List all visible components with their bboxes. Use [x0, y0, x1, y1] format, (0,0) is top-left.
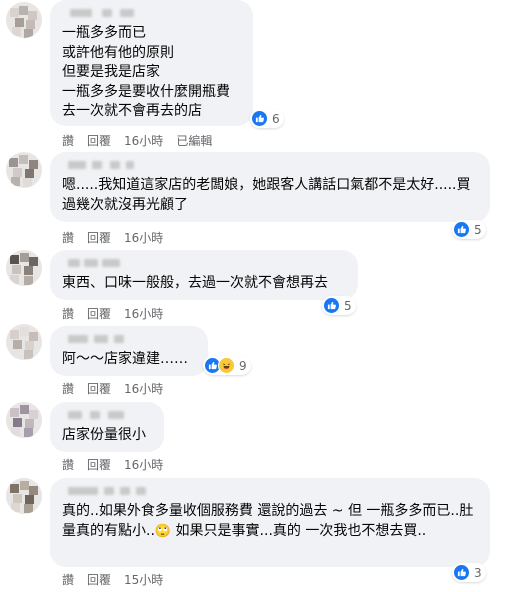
comment-text: 真的..如果外食多量收個服務費 還說的過去 ~ 但 一瓶多多而已..肚量真的有點…	[62, 502, 478, 541]
like-button[interactable]: 讚	[62, 382, 74, 396]
comment-text: 東西、口味一般般，去過一次就不會想再去	[62, 275, 328, 291]
avatar[interactable]	[6, 152, 42, 188]
avatar[interactable]	[6, 250, 42, 286]
timestamp[interactable]: 16小時	[124, 134, 163, 148]
reaction-summary[interactable]: 9	[203, 356, 251, 375]
like-button[interactable]: 讚	[62, 231, 74, 245]
avatar[interactable]	[6, 478, 42, 514]
like-reaction-icon	[453, 564, 470, 581]
comment-bubble: 阿～～店家違建……	[50, 326, 208, 376]
comment-actions: 讚 回覆 16小時	[62, 231, 163, 245]
reaction-summary[interactable]: 5	[322, 296, 356, 315]
like-button[interactable]: 讚	[62, 458, 74, 472]
reaction-count: 5	[344, 298, 352, 313]
comment-actions: 讚 回覆 16小時 已編輯	[62, 134, 212, 148]
timestamp[interactable]: 16小時	[124, 458, 163, 472]
avatar[interactable]	[6, 2, 42, 38]
author-name[interactable]	[62, 332, 196, 346]
timestamp[interactable]: 16小時	[124, 382, 163, 396]
reaction-summary[interactable]: 3	[452, 563, 486, 582]
avatar[interactable]	[6, 324, 42, 360]
comment-actions: 讚 回覆 15小時	[62, 573, 163, 587]
reply-button[interactable]: 回覆	[87, 382, 111, 396]
author-name[interactable]	[62, 408, 152, 422]
reaction-count: 6	[272, 111, 280, 126]
reply-button[interactable]: 回覆	[87, 134, 111, 148]
comment-text: 嗯.....我知道這家店的老闆娘，她跟客人講話口氣都不是太好.....買過幾次就…	[62, 177, 471, 213]
avatar[interactable]	[6, 402, 42, 438]
reply-button[interactable]: 回覆	[87, 231, 111, 245]
comment-actions: 讚 回覆 16小時	[62, 382, 163, 396]
comment-bubble: 店家份量很小	[50, 402, 164, 452]
author-name[interactable]	[62, 158, 478, 172]
comment-text: 阿～～店家違建……	[62, 351, 188, 367]
like-reaction-icon	[323, 297, 340, 314]
comment-actions: 讚 回覆 16小時	[62, 458, 163, 472]
like-reaction-icon	[251, 110, 268, 127]
reply-button[interactable]: 回覆	[87, 458, 111, 472]
author-name[interactable]	[62, 484, 478, 498]
comment-text: 店家份量很小	[62, 427, 146, 443]
comment-bubble: 一瓶多多而已 或許他有他的原則 但要是我是店家 一瓶多多是要收什麼開瓶費 去一次…	[50, 0, 253, 126]
author-name[interactable]	[62, 6, 241, 20]
reply-button[interactable]: 回覆	[87, 573, 111, 587]
reaction-count: 5	[474, 222, 482, 237]
like-button[interactable]: 讚	[62, 134, 74, 148]
timestamp[interactable]: 16小時	[124, 307, 163, 321]
like-reaction-icon	[453, 221, 470, 238]
reaction-count: 9	[239, 358, 247, 373]
comment-actions: 讚 回覆 16小時	[62, 307, 163, 321]
comment-bubble: 東西、口味一般般，去過一次就不會想再去	[50, 250, 358, 300]
reaction-count: 3	[474, 565, 482, 580]
eye-roll-emoji-icon: 🙄	[154, 523, 172, 539]
comment-bubble: 真的..如果外食多量收個服務費 還說的過去 ~ 但 一瓶多多而已..肚量真的有點…	[50, 478, 490, 567]
comment-text: 一瓶多多而已 或許他有他的原則 但要是我是店家 一瓶多多是要收什麼開瓶費 去一次…	[62, 25, 230, 119]
reaction-summary[interactable]: 5	[452, 220, 486, 239]
comment-bubble: 嗯.....我知道這家店的老闆娘，她跟客人講話口氣都不是太好.....買過幾次就…	[50, 152, 490, 222]
timestamp[interactable]: 16小時	[124, 231, 163, 245]
like-button[interactable]: 讚	[62, 307, 74, 321]
edited-label: 已編輯	[176, 134, 213, 148]
like-button[interactable]: 讚	[62, 573, 74, 587]
comment-text-part: 如果只是事實...真的 一次我也不想去買..	[171, 522, 427, 539]
reaction-summary[interactable]: 6	[250, 109, 284, 128]
timestamp[interactable]: 15小時	[124, 573, 163, 587]
reply-button[interactable]: 回覆	[87, 307, 111, 321]
author-name[interactable]	[62, 256, 346, 270]
haha-reaction-icon	[218, 357, 235, 374]
